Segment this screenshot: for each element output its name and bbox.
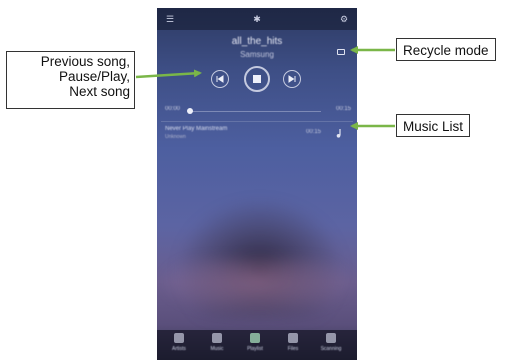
play-pause-button[interactable] bbox=[244, 66, 270, 92]
person-icon bbox=[174, 333, 184, 343]
figure-canvas: ☰ ✱ ⚙ all_the_hits Samsung 00:00 00:15 N… bbox=[0, 0, 518, 360]
callout-recycle-mode: Recycle mode bbox=[396, 38, 496, 61]
tab-label: Scanning bbox=[320, 346, 342, 352]
tab-label: Music bbox=[210, 346, 224, 352]
next-song-button[interactable] bbox=[283, 70, 301, 88]
previous-song-button[interactable] bbox=[211, 70, 229, 88]
bluetooth-icon[interactable]: ✱ bbox=[252, 14, 262, 24]
tab-files[interactable]: Files bbox=[277, 333, 309, 359]
settings-icon[interactable]: ⚙ bbox=[339, 14, 349, 24]
callout-playback-controls: Previous song, Pause/Play, Next song bbox=[6, 51, 135, 109]
track-name: Never Play Mainstream bbox=[165, 126, 228, 132]
music-icon bbox=[212, 333, 222, 343]
top-bar: ☰ ✱ ⚙ bbox=[157, 8, 357, 30]
tab-label: Playlist bbox=[247, 346, 263, 352]
music-list-icon[interactable] bbox=[335, 128, 343, 138]
tab-label: Artists bbox=[172, 346, 186, 352]
menu-icon[interactable]: ☰ bbox=[165, 14, 175, 24]
track-subtitle: Unknown bbox=[165, 134, 186, 140]
next-icon bbox=[288, 75, 296, 83]
divider bbox=[161, 121, 353, 122]
track-duration: 00:15 bbox=[305, 129, 321, 135]
song-title: all_the_hits bbox=[231, 36, 283, 47]
song-artist: Samsung bbox=[240, 50, 274, 59]
callout-music-list: Music List bbox=[396, 114, 471, 137]
tab-playlist[interactable]: Playlist bbox=[239, 333, 271, 359]
music-list-item[interactable]: Never Play Mainstream Unknown 00:15 bbox=[165, 126, 351, 144]
previous-icon bbox=[216, 75, 224, 83]
tab-scanning[interactable]: Scanning bbox=[315, 333, 347, 359]
elapsed-time: 00:00 bbox=[165, 106, 181, 112]
background-glow bbox=[157, 258, 357, 318]
play-pause-icon bbox=[253, 75, 261, 83]
folder-icon bbox=[288, 333, 298, 343]
progress-track bbox=[191, 111, 321, 112]
callout-line: Pause/Play, bbox=[58, 69, 130, 84]
progress-bar[interactable]: 00:00 00:15 bbox=[165, 106, 351, 116]
bottom-tab-bar: Artists Music Playlist Files Scanning bbox=[157, 330, 357, 360]
recycle-mode-icon[interactable] bbox=[337, 49, 345, 55]
playlist-icon bbox=[250, 333, 260, 343]
callout-line: Previous song, bbox=[40, 54, 130, 69]
phone-screen: ☰ ✱ ⚙ all_the_hits Samsung 00:00 00:15 N… bbox=[157, 8, 357, 360]
tab-artists[interactable]: Artists bbox=[163, 333, 195, 359]
progress-handle[interactable] bbox=[187, 108, 193, 114]
tab-label: Files bbox=[287, 346, 299, 352]
callout-line: Next song bbox=[69, 84, 130, 99]
tab-music[interactable]: Music bbox=[201, 333, 233, 359]
scan-icon bbox=[326, 333, 336, 343]
total-time: 00:15 bbox=[335, 106, 351, 112]
